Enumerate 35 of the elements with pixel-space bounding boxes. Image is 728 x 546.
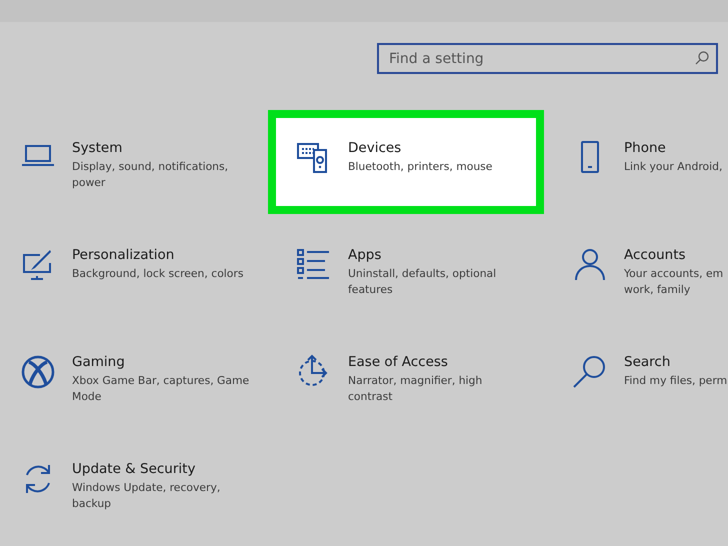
tile-title: Update & Security: [72, 461, 196, 477]
tile-description: Xbox Game Bar, captures, Game Mode: [72, 373, 250, 405]
person-icon: [572, 247, 608, 283]
tile-title: Ease of Access: [348, 354, 449, 370]
tile-title: Search: [624, 354, 672, 370]
settings-tile[interactable]: Ease of Access Narrator, magnifier, high contrast: [268, 324, 544, 428]
settings-tile[interactable]: Devices Bluetooth, printers, mouse: [268, 110, 544, 214]
settings-tile[interactable]: Accounts Your accounts, em work, family: [544, 217, 728, 321]
settings-tile[interactable]: System Display, sound, notifications, power: [0, 110, 268, 214]
settings-tile[interactable]: Gaming Xbox Game Bar, captures, Game Mode: [0, 324, 268, 428]
settings-tile[interactable]: Personalization Background, lock screen, colors: [0, 217, 268, 321]
tile-description: Uninstall, defaults, optional features: [348, 266, 496, 298]
tile-title: Apps: [348, 247, 382, 263]
tile-description: Your accounts, em work, family: [624, 266, 724, 298]
tile-description: Narrator, magnifier, high contrast: [348, 373, 482, 405]
search-field[interactable]: Find a setting: [377, 43, 718, 74]
tile-description: Background, lock screen, colors: [72, 266, 244, 282]
settings-tile[interactable]: Search Find my files, perm: [544, 324, 728, 428]
tile-title: System: [72, 140, 124, 156]
tile-title: Accounts: [624, 247, 687, 263]
settings-tile[interactable]: Apps Uninstall, defaults, optional features: [268, 217, 544, 321]
tile-description: Link your Android,: [624, 159, 722, 175]
tile-description: Windows Update, recovery, backup: [72, 480, 220, 512]
xbox-icon: [20, 354, 56, 390]
tile-title: Gaming: [72, 354, 126, 370]
search-icon: [572, 354, 608, 390]
tile-description: Bluetooth, printers, mouse: [348, 159, 492, 175]
tile-title: Devices: [348, 140, 402, 156]
tile-title: Phone: [624, 140, 667, 156]
tile-description: Display, sound, notifications, power: [72, 159, 228, 191]
tile-title: Personalization: [72, 247, 176, 263]
settings-tile[interactable]: Update & Security Windows Update, recovery, backup: [0, 431, 268, 535]
search-icon: [695, 51, 709, 65]
tile-description: Find my files, perm: [624, 373, 728, 389]
settings-tile[interactable]: Phone Link your Android,: [544, 110, 728, 214]
